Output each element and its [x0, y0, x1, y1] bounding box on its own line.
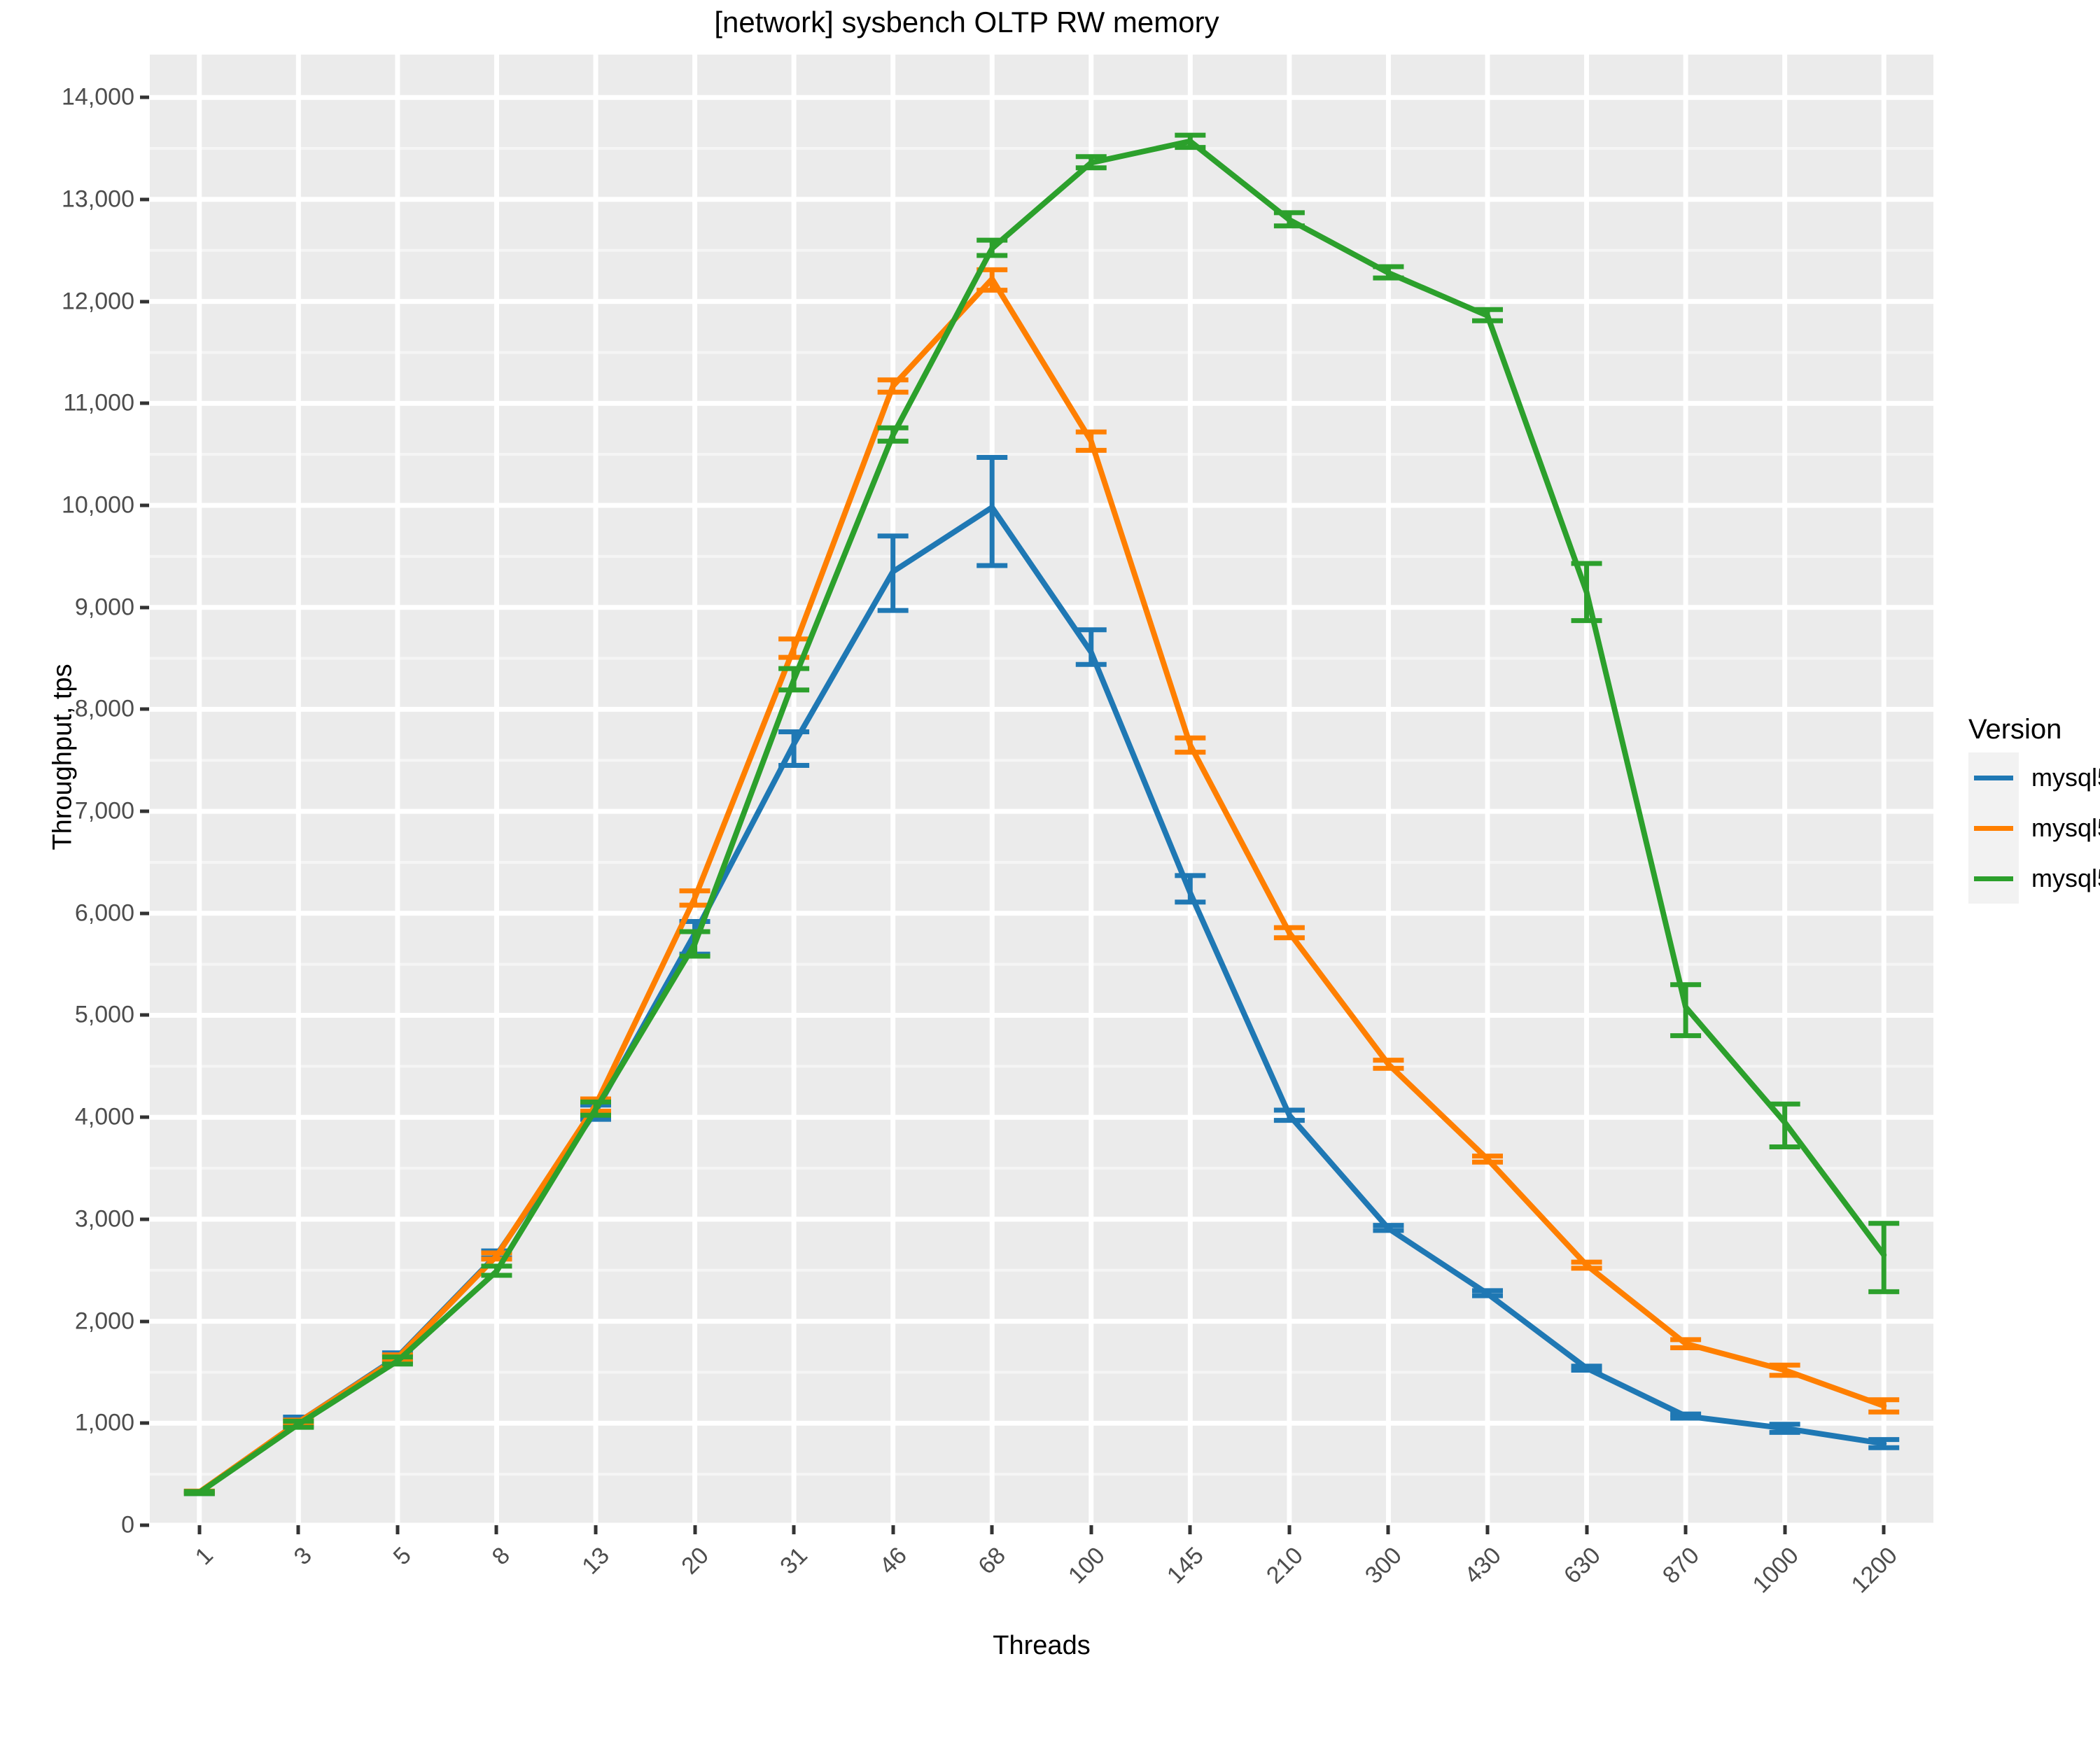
y-tick-mark	[140, 1013, 149, 1017]
y-tick-mark	[140, 911, 149, 916]
y-tick-mark	[140, 197, 149, 202]
y-tick-mark	[140, 1217, 149, 1221]
y-tick-mark	[140, 401, 149, 405]
y-tick-label: 13,000	[62, 185, 134, 213]
x-tick-mark	[594, 1525, 598, 1534]
plot-panel	[150, 55, 1933, 1525]
x-tick-mark	[792, 1525, 796, 1534]
y-tick-mark	[140, 1115, 149, 1119]
y-tick-label: 7,000	[74, 797, 134, 825]
series-mysql57	[183, 132, 1900, 1497]
legend-label: mysql57	[2031, 864, 2100, 892]
legend-item-mysql57[interactable]: mysql57	[1968, 853, 2100, 904]
y-tick-label: 5,000	[74, 1001, 134, 1028]
legend-key-swatch	[1968, 803, 2019, 853]
legend-line-icon	[1974, 775, 2013, 780]
x-tick-mark	[990, 1525, 994, 1534]
x-tick-mark	[494, 1525, 498, 1534]
x-tick-mark	[1485, 1525, 1490, 1534]
y-axis-title: Throughput, tps	[48, 664, 78, 850]
x-tick-mark	[396, 1525, 400, 1534]
y-tick-mark	[140, 1523, 149, 1527]
y-tick-mark	[140, 809, 149, 813]
y-tick-label: 3,000	[74, 1205, 134, 1233]
legend-key-swatch	[1968, 752, 2019, 803]
y-tick-label: 11,000	[63, 389, 134, 416]
line-mysql55	[196, 504, 1887, 1496]
y-tick-mark	[140, 95, 149, 99]
y-tick-label: 1,000	[74, 1409, 134, 1436]
y-tick-label: 9,000	[74, 594, 134, 621]
x-tick-mark	[1585, 1525, 1589, 1534]
legend-line-icon	[1974, 876, 2013, 881]
legend-key-swatch	[1968, 853, 2019, 904]
y-tick-label: 2,000	[74, 1308, 134, 1335]
chart-page: [network] sysbench OLTP RW memory Throug…	[0, 0, 2100, 1680]
y-tick-mark	[140, 1319, 149, 1324]
x-tick-mark	[1882, 1525, 1886, 1534]
x-tick-mark	[1188, 1525, 1192, 1534]
x-tick-mark	[1684, 1525, 1688, 1534]
plot-canvas	[150, 55, 1933, 1525]
legend-item-mysql56[interactable]: mysql56	[1968, 803, 2100, 853]
x-tick-mark	[197, 1525, 202, 1534]
y-tick-label: 0	[121, 1511, 134, 1539]
y-tick-mark	[140, 300, 149, 304]
legend-title: Version	[1968, 714, 2062, 745]
x-tick-mark	[1089, 1525, 1093, 1534]
x-tick-mark	[1783, 1525, 1787, 1534]
x-tick-mark	[296, 1525, 300, 1534]
y-tick-mark	[140, 707, 149, 711]
legend-label: mysql56	[2031, 813, 2100, 842]
y-tick-label: 4,000	[74, 1103, 134, 1130]
y-tick-label: 6,000	[74, 899, 134, 927]
x-tick-mark	[891, 1525, 895, 1534]
page-title: [network] sysbench OLTP RW memory	[714, 6, 1219, 38]
x-tick-mark	[1386, 1525, 1390, 1534]
line-mysql57	[196, 138, 1887, 1496]
legend-line-icon	[1974, 825, 2013, 831]
y-tick-label: 14,000	[62, 83, 134, 111]
legend-label: mysql55	[2031, 763, 2100, 792]
error-bars-mysql55	[183, 455, 1900, 1497]
y-tick-label: 8,000	[74, 695, 134, 722]
x-tick-mark	[1287, 1525, 1292, 1534]
y-tick-label: 10,000	[62, 491, 134, 519]
legend-item-mysql55[interactable]: mysql55	[1968, 752, 2100, 803]
y-tick-mark	[140, 1421, 149, 1425]
y-tick-mark	[140, 605, 149, 610]
series-mysql55	[183, 455, 1900, 1497]
gridlines	[150, 55, 1933, 1525]
legend-items: mysql55 mysql56 mysql57	[1968, 752, 2100, 904]
x-tick-mark	[693, 1525, 697, 1534]
legend: Version mysql55 mysql56 mysql57	[1968, 714, 2100, 904]
y-tick-label: 12,000	[62, 288, 134, 315]
y-tick-mark	[140, 503, 149, 507]
